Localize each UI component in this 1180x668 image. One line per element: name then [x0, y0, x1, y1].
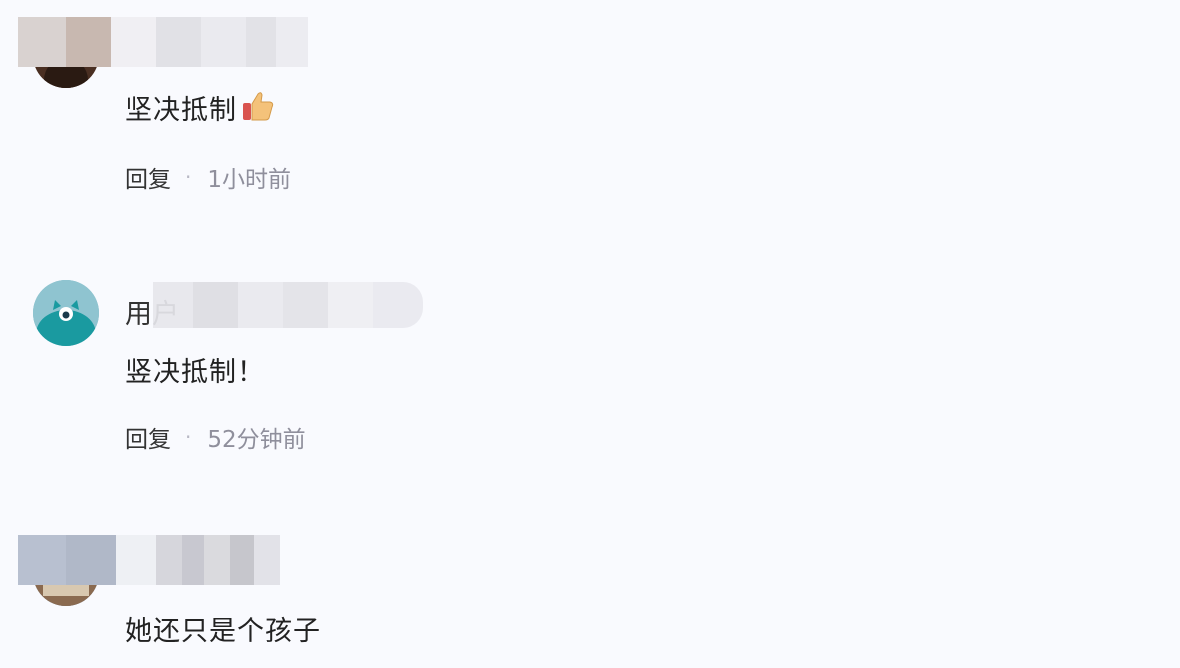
comment-list: 坚决抵制 回复 · 1小时前 用户 竖决抵制！ 回复 · 52分钟前 她还只是个…: [0, 0, 1180, 668]
username-blurred[interactable]: [18, 535, 280, 585]
comment-item: 她还只是个孩子: [0, 0, 1180, 668]
comment-text: 她还只是个孩子: [125, 616, 321, 647]
